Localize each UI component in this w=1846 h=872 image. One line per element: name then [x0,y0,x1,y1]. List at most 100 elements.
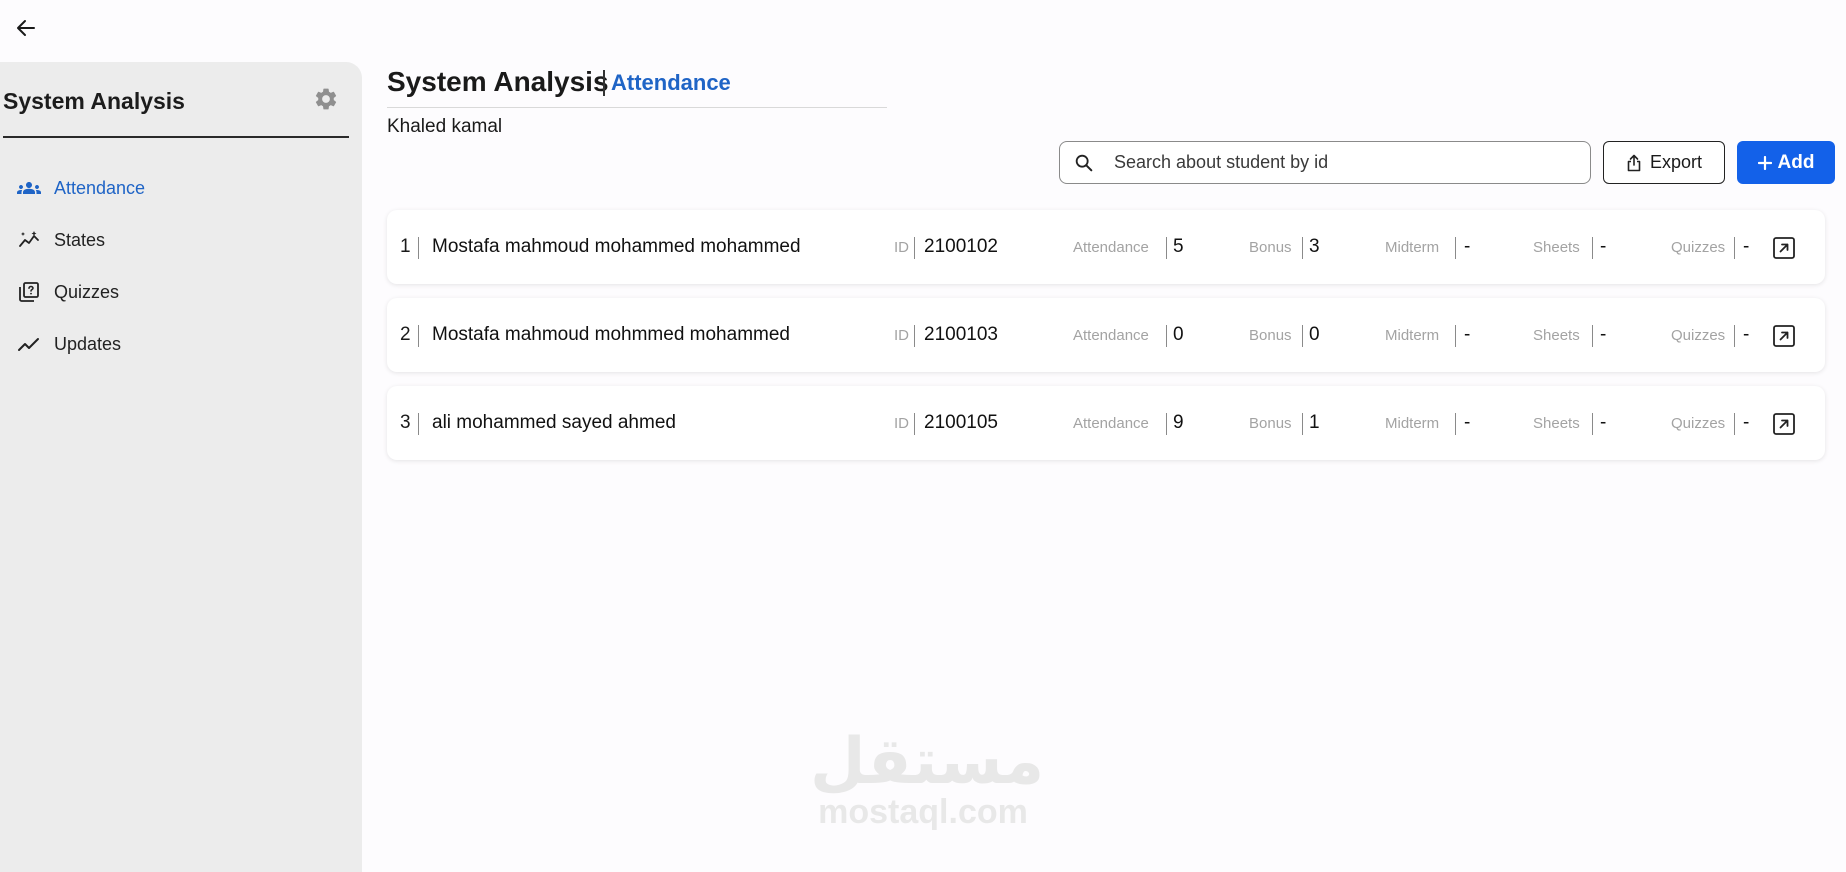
attendance-value: 5 [1173,236,1184,257]
sidebar-item-quizzes[interactable]: Quizzes [0,266,362,318]
sheets-label: Sheets [1533,326,1580,344]
row-number: 3 [400,412,411,433]
page-header: System Analysis Attendance [387,64,887,108]
student-name: Mostafa mahmoud mohmmed mohammed [432,324,790,345]
bonus-value: 1 [1309,412,1320,433]
sidebar-item-updates[interactable]: Updates [0,318,362,370]
id-label: ID [894,326,909,344]
student-name: Mostafa mahmoud mohammed mohammed [432,236,801,257]
divider [1166,413,1167,435]
divider [1166,325,1167,347]
student-row[interactable]: 2 Mostafa mahmoud mohmmed mohammed ID 21… [387,298,1825,372]
open-external-icon [1773,325,1795,347]
course-title: System Analysis [3,88,185,114]
midterm-value: - [1464,324,1471,345]
sidebar-item-states[interactable]: States [0,214,362,266]
divider [1302,237,1303,259]
student-id: 2100103 [924,324,998,345]
attendance-label: Attendance [1073,238,1149,256]
export-button[interactable]: Export [1603,141,1725,184]
page-title: System Analysis [387,66,609,97]
divider [1166,237,1167,259]
midterm-label: Midterm [1385,238,1440,256]
midterm-label: Midterm [1385,326,1440,344]
trending-icon [16,331,42,357]
open-student-button[interactable] [1771,412,1797,436]
row-number: 1 [400,236,411,257]
arrow-left-icon [17,20,35,36]
watermark: مستقل mostaql.com [810,725,1045,830]
midterm-value: - [1464,236,1471,257]
attendance-value: 0 [1173,324,1184,345]
sheets-value: - [1600,236,1607,257]
row-number: 2 [400,324,411,345]
add-label: Add [1777,151,1815,173]
quizzes-label: Quizzes [1671,238,1726,256]
sidebar-nav: Attendance States Quizzes Updates [0,162,362,370]
student-row[interactable]: 1 Mostafa mahmoud mohammed mohammed ID 2… [387,210,1825,284]
search-input[interactable] [1114,152,1590,173]
page-subtitle: Attendance [611,70,731,95]
midterm-value: - [1464,412,1471,433]
student-row[interactable]: 3 ali mohammed sayed ahmed ID 2100105 At… [387,386,1825,460]
bonus-label: Bonus [1249,238,1292,256]
divider [914,413,915,435]
open-student-button[interactable] [1771,324,1797,348]
sidebar: System Analysis Attendance States Quizze… [0,62,362,872]
divider [1455,413,1456,435]
search-box[interactable] [1059,141,1591,184]
settings-button[interactable] [311,84,341,114]
divider [1734,237,1735,259]
sheets-label: Sheets [1533,238,1580,256]
quizzes-value: - [1743,412,1750,433]
gear-icon [315,88,337,110]
share-icon [1627,154,1641,171]
student-id: 2100105 [924,412,998,433]
bonus-label: Bonus [1249,414,1292,432]
bonus-value: 0 [1309,324,1320,345]
open-external-icon [1773,413,1795,435]
plus-icon [1757,155,1772,170]
quizzes-value: - [1743,324,1750,345]
sidebar-item-label: States [54,229,106,250]
attendance-value: 9 [1173,412,1184,433]
open-student-button[interactable] [1771,236,1797,260]
quizzes-label: Quizzes [1671,326,1726,344]
divider [418,237,419,259]
divider [1302,325,1303,347]
instructor-name: Khaled kamal [387,116,503,137]
title-divider [603,70,605,96]
attendance-label: Attendance [1073,326,1149,344]
search-icon [1060,152,1108,174]
people-icon [16,175,42,201]
sidebar-item-label: Quizzes [54,281,120,302]
divider [418,325,419,347]
divider [914,325,915,347]
sheets-value: - [1600,324,1607,345]
watermark-arabic: مستقل [810,725,1045,799]
sidebar-item-label: Updates [54,333,122,354]
sidebar-item-label: Attendance [54,177,146,198]
chart-sparkle-icon [16,227,42,253]
divider [418,413,419,435]
attendance-label: Attendance [1073,414,1149,432]
open-external-icon [1773,237,1795,259]
divider [1734,413,1735,435]
sheets-label: Sheets [1533,414,1580,432]
id-label: ID [894,238,909,256]
sidebar-item-attendance[interactable]: Attendance [0,162,362,214]
quiz-icon [16,279,42,305]
student-id: 2100102 [924,236,998,257]
back-button[interactable] [10,12,42,44]
divider [914,237,915,259]
top-bar [0,0,1846,60]
student-name: ali mohammed sayed ahmed [432,412,676,433]
divider [1592,325,1593,347]
divider [1455,237,1456,259]
divider [1592,413,1593,435]
sidebar-header: System Analysis [3,84,349,138]
quizzes-label: Quizzes [1671,414,1726,432]
add-button[interactable]: Add [1737,141,1835,184]
sheets-value: - [1600,412,1607,433]
divider [1592,237,1593,259]
